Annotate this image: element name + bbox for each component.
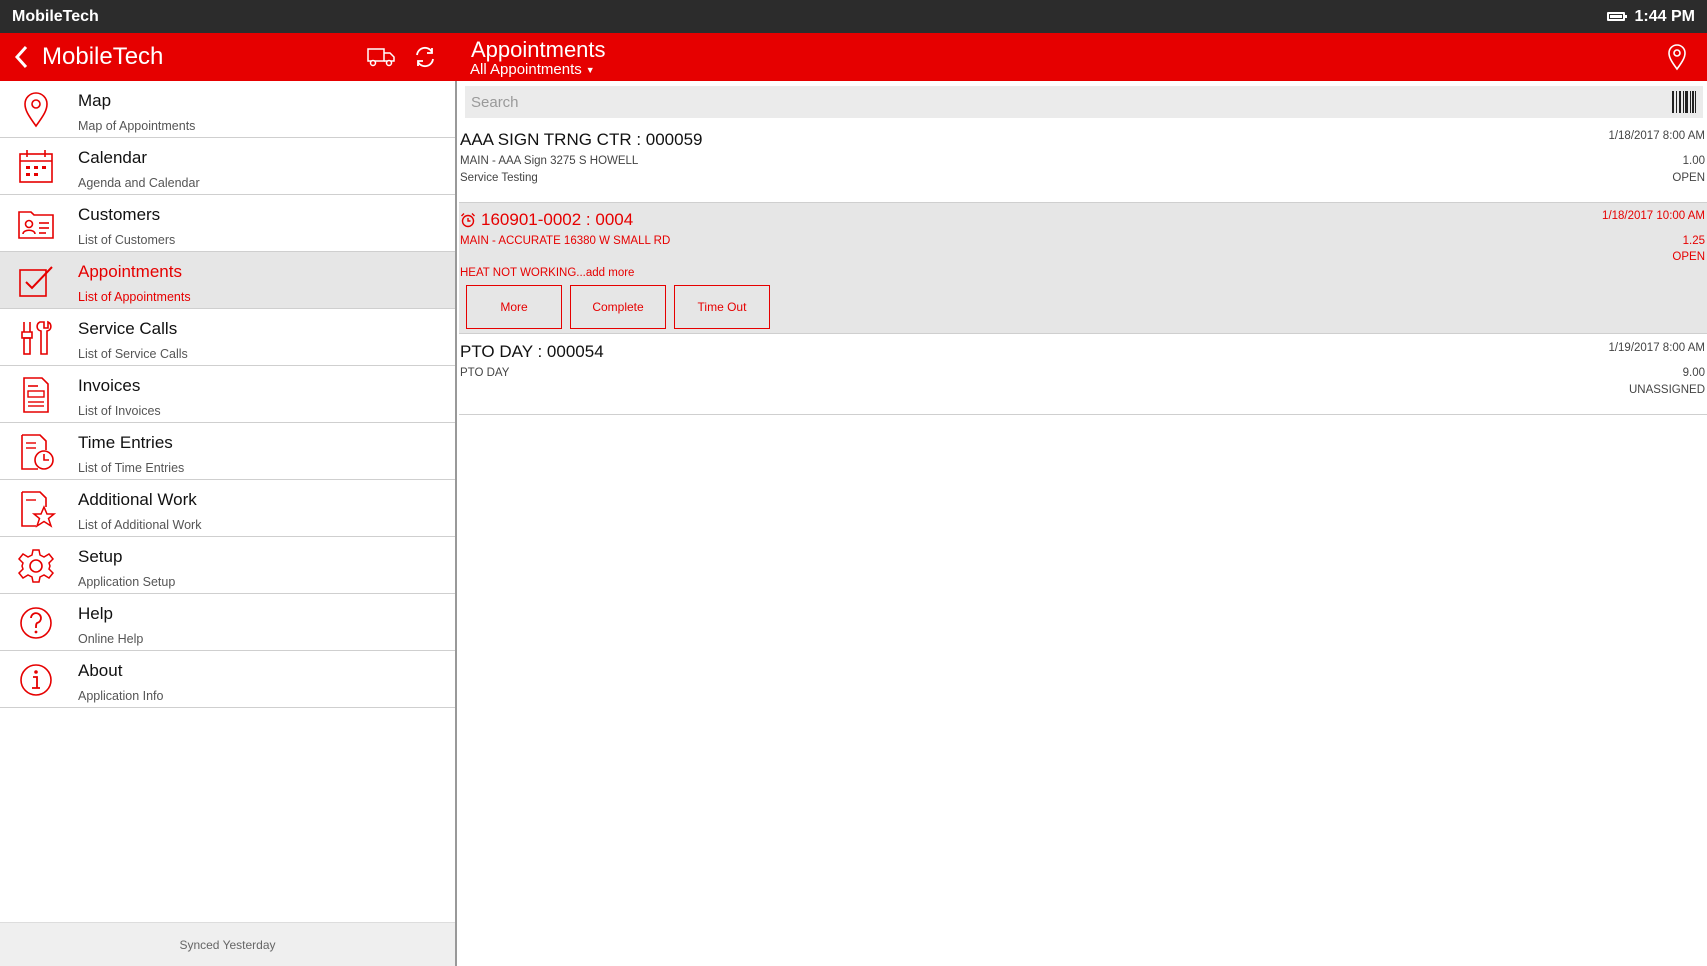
sidebar-item-appointments[interactable]: Appointments List of Appointments — [0, 252, 455, 309]
appointment-date: 1/19/2017 8:00 AM — [1608, 342, 1705, 354]
time-entry-icon — [21, 434, 54, 470]
sidebar-item-sublabel: List of Time Entries — [78, 461, 185, 475]
appointment-date: 1/18/2017 10:00 AM — [1602, 210, 1705, 222]
battery-fill — [1609, 15, 1623, 18]
sidebar-item-label: Map — [78, 91, 112, 110]
appointment-date: 1/18/2017 8:00 AM — [1608, 130, 1705, 142]
sidebar-item-time-entries[interactable]: Time Entries List of Time Entries — [0, 423, 455, 480]
app-title: MobileTech — [42, 43, 164, 70]
gear-icon — [17, 549, 55, 583]
barcode-icon — [1672, 91, 1696, 113]
sidebar-item-about[interactable]: About Application Info — [0, 651, 455, 708]
sync-icon — [416, 46, 434, 68]
sidebar-item-sublabel: Online Help — [78, 632, 144, 646]
appointment-hours: 1.00 — [1682, 155, 1705, 167]
help-icon — [20, 607, 52, 639]
sidebar-item-label: Additional Work — [78, 490, 197, 509]
page-title: Appointments — [471, 37, 606, 62]
location-pin-icon — [1668, 44, 1686, 71]
appointment-location: MAIN - AAA Sign 3275 S HOWELL — [460, 155, 639, 167]
appointment-filter-dropdown[interactable]: All Appointments ▼ — [470, 61, 595, 78]
appointment-row-selected[interactable]: 160901-0002 : 0004 MAIN - ACCURATE 16380… — [459, 203, 1707, 334]
back-button[interactable] — [0, 45, 30, 69]
sidebar-item-service-calls[interactable]: Service Calls List of Service Calls — [0, 309, 455, 366]
appointment-title: AAA SIGN TRNG CTR : 000059 — [460, 130, 703, 149]
sidebar-item-help[interactable]: Help Online Help — [0, 594, 455, 651]
appointment-description: Service Testing — [460, 172, 538, 184]
sync-button[interactable] — [410, 43, 440, 71]
appointment-status: OPEN — [1672, 251, 1705, 263]
sidebar-item-label: Calendar — [78, 148, 147, 167]
star-document-icon — [21, 491, 56, 528]
sidebar-item-sublabel: List of Additional Work — [78, 518, 202, 532]
os-app-name: MobileTech — [12, 7, 99, 25]
sidebar-item-setup[interactable]: Setup Application Setup — [0, 537, 455, 594]
sidebar-item-label: Invoices — [78, 376, 141, 395]
appointment-status: OPEN — [1672, 172, 1705, 184]
search-input[interactable] — [465, 86, 1655, 118]
location-button[interactable] — [1665, 43, 1689, 71]
invoice-icon — [23, 377, 49, 413]
sidebar: Map Map of Appointments Calendar Agenda … — [0, 81, 457, 966]
appointment-hours: 9.00 — [1682, 367, 1705, 379]
os-status-bar: MobileTech 1:44 PM — [0, 0, 1707, 33]
sidebar-item-additional-work[interactable]: Additional Work List of Additional Work — [0, 480, 455, 537]
complete-button[interactable]: Complete — [570, 285, 666, 329]
sidebar-item-label: Setup — [78, 547, 123, 566]
battery-icon — [1606, 12, 1627, 21]
tools-icon — [21, 320, 52, 355]
barcode-scan-button[interactable] — [1671, 90, 1697, 114]
info-icon — [20, 664, 52, 696]
filter-label: All Appointments — [470, 61, 582, 78]
alarm-clock-icon — [461, 213, 475, 228]
appointment-title: PTO DAY : 000054 — [460, 342, 604, 361]
sidebar-item-calendar[interactable]: Calendar Agenda and Calendar — [0, 138, 455, 195]
header-left: MobileTech — [0, 33, 457, 81]
map-pin-icon — [24, 92, 48, 128]
time-out-button[interactable]: Time Out — [674, 285, 770, 329]
customer-card-icon — [18, 211, 54, 239]
app-header: MobileTech Appointments All Appointments… — [0, 33, 1707, 81]
sidebar-item-sublabel: Application Setup — [78, 575, 176, 589]
calendar-icon — [19, 150, 53, 183]
chevron-left-icon — [14, 45, 28, 69]
appointment-row[interactable]: AAA SIGN TRNG CTR : 000059 MAIN - AAA Si… — [459, 122, 1707, 203]
clock: 1:44 PM — [1634, 7, 1695, 25]
appointment-description: HEAT NOT WORKING...add more — [460, 267, 635, 279]
sidebar-item-map[interactable]: Map Map of Appointments — [0, 81, 455, 138]
os-status-right: 1:44 PM — [1606, 7, 1695, 26]
sidebar-item-sublabel: List of Customers — [78, 233, 176, 247]
search-bar — [465, 86, 1703, 118]
appointment-title-wrap: 160901-0002 : 0004 — [460, 210, 633, 230]
caret-down-icon: ▼ — [585, 64, 595, 75]
sidebar-item-label: Help — [78, 604, 113, 623]
sidebar-item-label: Appointments — [78, 262, 182, 281]
appointment-location: PTO DAY — [460, 367, 510, 379]
sidebar-item-sublabel: Agenda and Calendar — [78, 176, 200, 190]
sidebar-item-label: Time Entries — [78, 433, 173, 452]
sidebar-item-invoices[interactable]: Invoices List of Invoices — [0, 366, 455, 423]
sidebar-item-label: Customers — [78, 205, 161, 224]
appointment-hours: 1.25 — [1682, 235, 1705, 247]
sync-status: Synced Yesterday — [0, 922, 455, 966]
appointments-panel: AAA SIGN TRNG CTR : 000059 MAIN - AAA Si… — [459, 81, 1707, 966]
sidebar-item-sublabel: Application Info — [78, 689, 164, 703]
sidebar-item-label: About — [78, 661, 123, 680]
more-button[interactable]: More — [466, 285, 562, 329]
checklist-icon — [19, 266, 53, 297]
truck-button[interactable] — [366, 43, 396, 71]
appointment-status: UNASSIGNED — [1628, 384, 1705, 396]
appointment-location: MAIN - ACCURATE 16380 W SMALL RD — [460, 235, 671, 247]
sidebar-item-label: Service Calls — [78, 319, 178, 338]
truck-icon — [367, 48, 395, 67]
sidebar-item-sublabel: List of Service Calls — [78, 347, 188, 361]
appointment-title: 160901-0002 : 0004 — [481, 210, 634, 229]
sidebar-item-sublabel: List of Appointments — [78, 290, 191, 304]
sidebar-item-sublabel: Map of Appointments — [78, 119, 196, 133]
sidebar-item-customers[interactable]: Customers List of Customers — [0, 195, 455, 252]
sidebar-item-sublabel: List of Invoices — [78, 404, 161, 418]
appointment-row[interactable]: PTO DAY : 000054 PTO DAY 1/19/2017 8:00 … — [459, 334, 1707, 415]
